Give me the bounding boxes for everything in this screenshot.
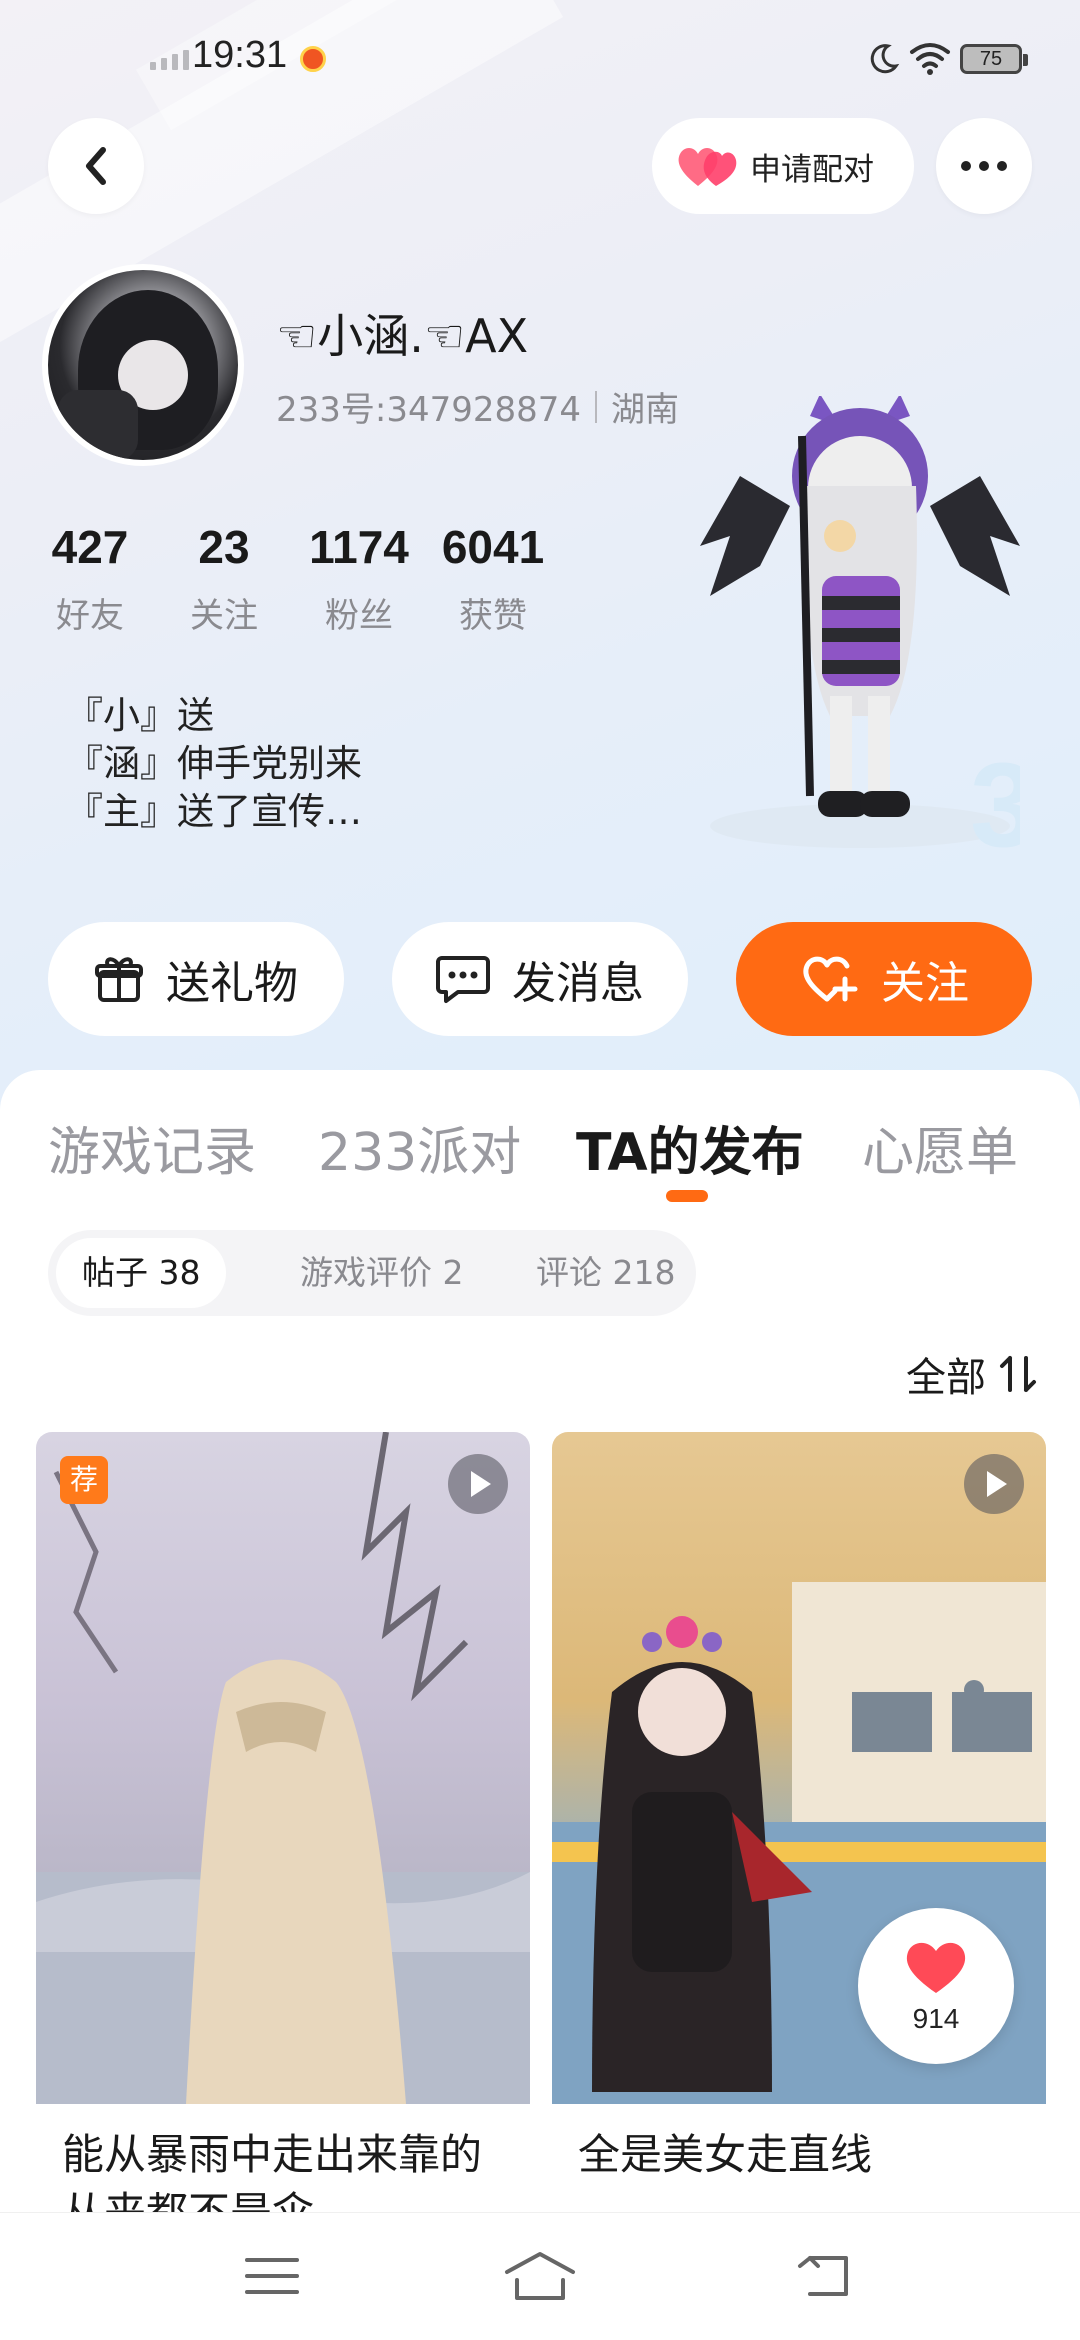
user-meta: 233号:347928874 湖南 (276, 382, 679, 431)
status-time: 19:31 (192, 34, 288, 76)
sort-label: 全部 (906, 1355, 986, 1401)
stat-label: 粉丝 (325, 596, 393, 636)
nav-home-button[interactable] (500, 2241, 580, 2311)
stat-value: 6041 (441, 521, 545, 573)
bio-line: 『涵』伸手党别来 (66, 742, 362, 785)
nav-back-button[interactable] (784, 2241, 864, 2311)
subtab-game-reviews[interactable]: 游戏评价 2 (274, 1238, 490, 1308)
heart-plus-icon (803, 956, 858, 1002)
post-card[interactable]: 全是美女走直线 (552, 1432, 1046, 2222)
play-icon[interactable] (448, 1454, 508, 1514)
subtab-posts[interactable]: 帖子 38 (56, 1238, 227, 1308)
stat-following[interactable]: 23 关注 (178, 520, 270, 637)
bio-line: 『主』送了宣传… (66, 790, 362, 833)
stat-value: 23 (198, 521, 250, 573)
stat-value: 1174 (309, 521, 409, 573)
send-gift-button[interactable]: 送礼物 (48, 922, 344, 1036)
user-id: 233号:347928874 (276, 390, 582, 430)
pair-request-button[interactable]: 申请配对 (652, 118, 914, 214)
send-gift-label: 送礼物 (166, 958, 298, 1009)
recommended-badge: 荐 (60, 1456, 108, 1504)
stat-label: 好友 (56, 596, 124, 636)
stat-label: 关注 (190, 596, 258, 636)
username: ☜小涵.☜AX (276, 309, 529, 363)
follow-label: 关注 (881, 958, 969, 1009)
like-count: 914 (912, 2003, 960, 2034)
message-icon (436, 956, 490, 1003)
more-dots-icon (961, 161, 1007, 171)
post-title: 能从暴雨中走出来靠的从来都不是伞 (62, 2130, 483, 2222)
menu-icon (245, 2258, 299, 2294)
play-icon[interactable] (964, 1454, 1024, 1514)
sort-icon (1000, 1356, 1036, 1392)
svg-text:3: 3 (970, 738, 1020, 856)
pair-request-label: 申请配对 (750, 151, 874, 188)
notification-icon (300, 46, 326, 72)
sort-button[interactable]: 全部 (906, 1345, 1040, 1403)
profile-stats: 427 好友 23 关注 1174 粉丝 6041 获赞 (44, 520, 550, 637)
gift-icon (95, 957, 143, 1002)
status-bar: 19:31 75 (0, 0, 1080, 110)
send-message-label: 发消息 (512, 958, 644, 1009)
post-filter-tabs: 帖子 38 游戏评价 2 评论 218 (48, 1230, 696, 1316)
post-title: 全是美女走直线 (578, 2130, 873, 2179)
tab-game-records[interactable]: 游戏记录 (48, 1110, 256, 1185)
avatar[interactable] (42, 264, 244, 466)
user-location: 湖南 (611, 390, 680, 430)
bio-line: 『小』送 (66, 694, 214, 737)
follow-button[interactable]: 关注 (736, 922, 1032, 1036)
signal-icon (150, 50, 189, 70)
post-card[interactable]: 荐 能从暴雨中走出来靠的从来都不是伞 (36, 1432, 530, 2222)
heart-pair-icon (678, 148, 737, 186)
tab-posts[interactable]: TA的发布 (576, 1110, 804, 1185)
profile-tabs: 游戏记录 233派对 TA的发布 心愿单 (0, 1110, 1080, 1210)
tab-233-party[interactable]: 233派对 (318, 1110, 521, 1185)
battery-icon: 75 (960, 44, 1028, 74)
stat-followers[interactable]: 1174 粉丝 (304, 520, 414, 637)
character-avatar[interactable]: 3 (700, 396, 1020, 856)
nav-menu-button[interactable] (232, 2241, 312, 2311)
post-thumbnail (36, 1432, 530, 2104)
active-tab-indicator (666, 1190, 708, 1202)
wifi-icon (910, 43, 950, 75)
like-button[interactable]: 914 (858, 1908, 1014, 2064)
stat-friends[interactable]: 427 好友 (44, 520, 136, 637)
home-icon (505, 2252, 575, 2300)
profile-bio: 『小』送 『涵』伸手党别来 『主』送了宣传… (66, 692, 362, 836)
subtab-comments[interactable]: 评论 218 (510, 1238, 701, 1308)
stat-likes[interactable]: 6041 获赞 (436, 520, 550, 637)
system-nav-bar (0, 2212, 1080, 2340)
back-button[interactable] (48, 118, 144, 214)
moon-icon (870, 44, 900, 74)
back-icon (798, 2256, 848, 2296)
heart-icon (906, 1942, 966, 1993)
stat-value: 427 (51, 521, 129, 573)
back-arrow-icon (86, 147, 106, 185)
meta-divider (595, 390, 598, 423)
tab-wishlist[interactable]: 心愿单 (862, 1110, 1018, 1185)
send-message-button[interactable]: 发消息 (392, 922, 688, 1036)
stat-label: 获赞 (459, 596, 527, 636)
more-button[interactable] (936, 118, 1032, 214)
